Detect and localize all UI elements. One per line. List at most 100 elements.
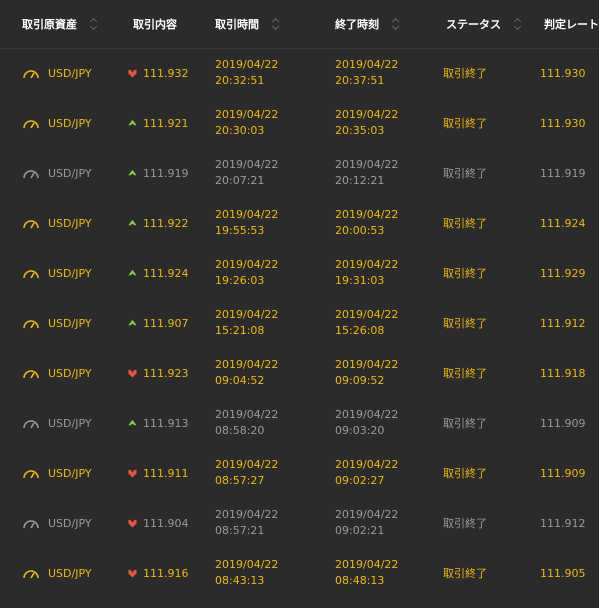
- entry-date: 2019/04/22: [215, 108, 279, 121]
- gauge-icon: [23, 269, 39, 278]
- table-row[interactable]: USD/JPY 111.924 2019/04/22 19:26:03 2019/04/…: [0, 248, 599, 298]
- entry-time-cell: 2019/04/22 09:04:52: [215, 348, 278, 398]
- entry-time: 08:57:21: [215, 524, 265, 537]
- gauge-icon: [23, 519, 39, 528]
- column-header-entry-time[interactable]: 取引時間: [215, 0, 279, 48]
- end-time: 15:26:08: [335, 324, 385, 337]
- open-rate: 111.904: [143, 516, 189, 530]
- end-date: 2019/04/22: [335, 558, 399, 571]
- entry-time: 08:58:20: [215, 424, 265, 437]
- column-header-rate-label: 判定レート: [544, 18, 599, 31]
- end-time-cell: 2019/04/22 09:03:20: [335, 398, 398, 448]
- table-row[interactable]: USD/JPY 111.923 2019/04/22 09:04:52 2019/04/…: [0, 348, 599, 398]
- table-row[interactable]: USD/JPY 111.919 2019/04/22 20:07:21 2019/04/…: [0, 148, 599, 198]
- table-row[interactable]: USD/JPY 111.916 2019/04/22 08:43:13 2019/04/…: [0, 548, 599, 598]
- arrow-up-icon: [128, 169, 137, 175]
- end-time-cell: 2019/04/22 20:12:21: [335, 148, 398, 198]
- gauge-icon: [23, 219, 39, 228]
- status-cell: 取引終了: [443, 367, 487, 380]
- entry-date: 2019/04/22: [215, 208, 279, 221]
- column-header-asset[interactable]: 取引原資産: [22, 0, 97, 48]
- table-row[interactable]: USD/JPY 111.932 2019/04/22 20:32:51 2019/04/…: [0, 48, 599, 98]
- column-header-content: 取引内容: [133, 0, 177, 48]
- entry-date: 2019/04/22: [215, 408, 279, 421]
- sort-icon[interactable]: [271, 17, 279, 31]
- trade-content-cell: 111.921: [128, 98, 189, 148]
- trade-content-cell: 111.923: [128, 348, 189, 398]
- gauge-icon: [23, 119, 39, 128]
- asset-cell: USD/JPY: [22, 198, 92, 248]
- judge-rate-cell: 111.905: [540, 566, 586, 580]
- end-date: 2019/04/22: [335, 258, 399, 271]
- end-time-cell: 2019/04/22 08:48:13: [335, 548, 398, 598]
- open-rate: 111.923: [143, 366, 189, 380]
- end-time-cell: 2019/04/22 09:09:52: [335, 348, 398, 398]
- open-rate: 111.921: [143, 116, 189, 130]
- entry-time: 20:07:21: [215, 174, 265, 187]
- end-time: 20:35:03: [335, 124, 385, 137]
- entry-time-cell: 2019/04/22 19:26:03: [215, 248, 278, 298]
- entry-date: 2019/04/22: [215, 558, 279, 571]
- column-header-content-label: 取引内容: [133, 18, 177, 31]
- gauge-icon: [23, 469, 39, 478]
- trade-content-cell: 111.911: [128, 448, 189, 498]
- arrow-up-icon: [128, 119, 137, 125]
- end-time: 20:37:51: [335, 74, 385, 87]
- table-row[interactable]: USD/JPY 111.922 2019/04/22 19:55:53 2019/04/…: [0, 198, 599, 248]
- asset-cell: USD/JPY: [22, 98, 92, 148]
- trade-content-cell: 111.904: [128, 498, 189, 548]
- arrow-down-icon: [128, 469, 137, 478]
- gauge-icon: [23, 319, 39, 328]
- entry-time-cell: 2019/04/22 20:07:21: [215, 148, 278, 198]
- entry-time-cell: 2019/04/22 19:55:53: [215, 198, 278, 248]
- column-header-end-time-label: 終了時刻: [335, 18, 379, 31]
- arrow-down-icon: [128, 69, 137, 78]
- arrow-down-icon: [128, 369, 137, 378]
- entry-time-cell: 2019/04/22 08:57:27: [215, 448, 278, 498]
- sort-icon[interactable]: [391, 17, 399, 31]
- column-header-end-time[interactable]: 終了時刻: [335, 0, 399, 48]
- table-row[interactable]: USD/JPY 111.913 2019/04/22 08:58:20 2019/04/…: [0, 398, 599, 448]
- status-cell: 取引終了: [443, 67, 487, 80]
- sort-icon[interactable]: [89, 17, 97, 31]
- asset-name: USD/JPY: [48, 216, 92, 230]
- table-row[interactable]: USD/JPY 111.921 2019/04/22 20:30:03 2019/04/…: [0, 98, 599, 148]
- arrow-up-icon: [128, 419, 137, 425]
- asset-cell: USD/JPY: [22, 298, 92, 348]
- open-rate: 111.916: [143, 566, 189, 580]
- status-cell: 取引終了: [443, 567, 487, 580]
- entry-time: 19:55:53: [215, 224, 265, 237]
- trade-content-cell: 111.916: [128, 548, 189, 598]
- end-time-cell: 2019/04/22 19:31:03: [335, 248, 398, 298]
- column-header-rate: 判定レート: [544, 0, 599, 48]
- sort-icon[interactable]: [513, 17, 521, 31]
- entry-time: 19:26:03: [215, 274, 265, 287]
- table-row[interactable]: USD/JPY 111.907 2019/04/22 15:21:08 2019/04/…: [0, 298, 599, 348]
- open-rate: 111.924: [143, 266, 189, 280]
- arrow-up-icon: [128, 269, 137, 275]
- entry-date: 2019/04/22: [215, 358, 279, 371]
- end-time: 08:48:13: [335, 574, 385, 587]
- column-header-status[interactable]: ステータス: [446, 0, 521, 48]
- trade-content-cell: 111.913: [128, 398, 189, 448]
- entry-time: 15:21:08: [215, 324, 265, 337]
- judge-rate-cell: 111.909: [540, 416, 586, 430]
- table-row[interactable]: USD/JPY 111.904 2019/04/22 08:57:21 2019/04/…: [0, 498, 599, 548]
- entry-time: 08:43:13: [215, 574, 265, 587]
- trade-content-cell: 111.907: [128, 298, 189, 348]
- end-time-cell: 2019/04/22 15:26:08: [335, 298, 398, 348]
- end-time-cell: 2019/04/22 09:02:27: [335, 448, 398, 498]
- asset-cell: USD/JPY: [22, 398, 92, 448]
- table-row[interactable]: USD/JPY 111.911 2019/04/22 08:57:27 2019/04/…: [0, 448, 599, 498]
- end-time-cell: 2019/04/22 09:02:21: [335, 498, 398, 548]
- entry-time-cell: 2019/04/22 08:58:20: [215, 398, 278, 448]
- arrow-down-icon: [128, 519, 137, 528]
- asset-cell: USD/JPY: [22, 498, 92, 548]
- entry-date: 2019/04/22: [215, 58, 279, 71]
- end-date: 2019/04/22: [335, 408, 399, 421]
- entry-time-cell: 2019/04/22 15:21:08: [215, 298, 278, 348]
- status-cell: 取引終了: [443, 517, 487, 530]
- entry-time: 09:04:52: [215, 374, 265, 387]
- asset-name: USD/JPY: [48, 116, 92, 130]
- open-rate: 111.922: [143, 216, 189, 230]
